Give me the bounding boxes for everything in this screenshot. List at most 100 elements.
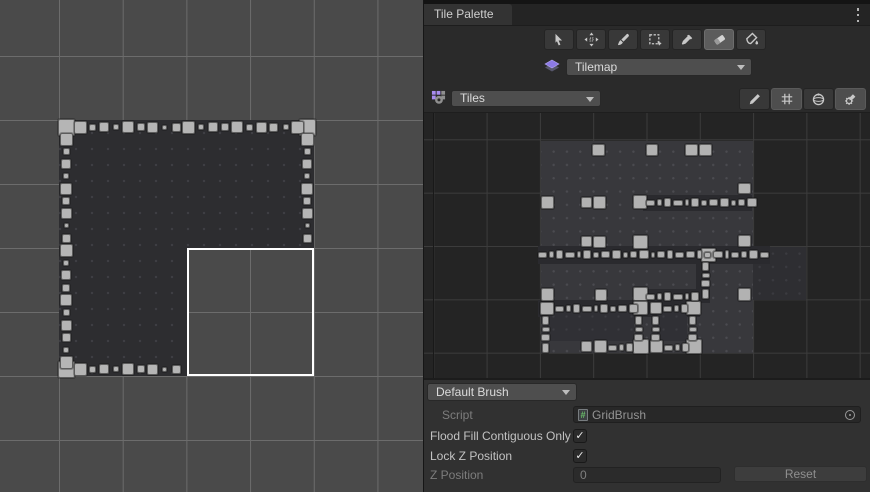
palette-tile[interactable] xyxy=(657,293,662,301)
palette-tile[interactable] xyxy=(635,327,643,332)
palette-tile[interactable] xyxy=(566,305,571,313)
palette-tile[interactable] xyxy=(593,252,599,258)
select-tool-button[interactable] xyxy=(544,29,574,50)
palette-tile[interactable] xyxy=(594,340,607,353)
palette-tile[interactable] xyxy=(685,144,698,156)
palette-tile[interactable] xyxy=(731,252,739,258)
palette-tile[interactable] xyxy=(629,304,638,313)
palette-grid-view[interactable] xyxy=(424,112,870,378)
palette-tile[interactable] xyxy=(713,251,723,259)
palette-tile[interactable] xyxy=(664,198,671,207)
palette-tile[interactable] xyxy=(541,196,554,209)
picker-tool-button[interactable] xyxy=(672,29,702,50)
palette-tile[interactable] xyxy=(749,250,758,259)
palette-tile[interactable] xyxy=(619,344,624,352)
palette-tile[interactable] xyxy=(601,251,610,259)
palette-tile[interactable] xyxy=(594,305,598,313)
edit-palette-button[interactable] xyxy=(739,88,770,110)
palette-tile[interactable] xyxy=(633,339,649,354)
palette-tile[interactable] xyxy=(583,250,591,259)
palette-tile[interactable] xyxy=(542,316,549,325)
palette-tile[interactable] xyxy=(646,144,658,156)
scene-view[interactable] xyxy=(0,0,423,492)
lock-z-checkbox[interactable]: ✓ xyxy=(573,449,587,463)
palette-tile[interactable] xyxy=(633,235,648,249)
palette-tile[interactable] xyxy=(626,343,633,352)
palette-tile[interactable] xyxy=(674,305,679,313)
reset-button[interactable]: Reset xyxy=(734,466,867,482)
palette-tile[interactable] xyxy=(618,305,627,313)
palette-tile[interactable] xyxy=(549,251,554,259)
object-picker-icon[interactable] xyxy=(845,410,855,420)
palette-tile[interactable] xyxy=(650,340,663,353)
paint-brush-tool-button[interactable] xyxy=(608,29,638,50)
palette-tile[interactable] xyxy=(657,251,665,259)
palette-tile[interactable] xyxy=(702,262,709,271)
palette-tile[interactable] xyxy=(639,250,649,259)
palette-tile[interactable] xyxy=(702,289,709,299)
palette-tile[interactable] xyxy=(688,334,697,341)
palette-tile[interactable] xyxy=(593,236,606,248)
tab-tile-palette[interactable]: Tile Palette xyxy=(424,4,512,25)
palette-tile[interactable] xyxy=(600,304,608,313)
gizmos-toggle-button[interactable] xyxy=(803,88,834,110)
palette-select-dropdown[interactable]: Tiles xyxy=(451,90,601,107)
palette-tile[interactable] xyxy=(697,250,702,259)
palette-tile[interactable] xyxy=(651,334,660,341)
palette-tile[interactable] xyxy=(686,301,701,315)
palette-tile[interactable] xyxy=(540,302,554,315)
kebab-menu-icon[interactable] xyxy=(854,8,862,22)
palette-tile[interactable] xyxy=(633,195,647,209)
palette-tile[interactable] xyxy=(610,306,616,312)
palette-tile[interactable] xyxy=(747,198,757,207)
palette-tile[interactable] xyxy=(731,200,736,206)
palette-tile[interactable] xyxy=(702,273,710,278)
flood-fill-tool-button[interactable] xyxy=(736,29,766,50)
palette-tile[interactable] xyxy=(581,236,592,247)
palette-tile[interactable] xyxy=(623,252,628,258)
palette-tile[interactable] xyxy=(701,280,710,287)
script-object-field[interactable]: # GridBrush xyxy=(573,406,861,423)
active-tilemap-dropdown[interactable]: Tilemap xyxy=(566,58,752,76)
palette-tile[interactable] xyxy=(556,250,563,259)
palette-tile[interactable] xyxy=(542,327,550,332)
palette-tile[interactable] xyxy=(667,250,673,259)
palette-tile[interactable] xyxy=(541,334,550,341)
palette-tile[interactable] xyxy=(738,288,751,301)
palette-tile[interactable] xyxy=(635,316,642,325)
palette-tile[interactable] xyxy=(689,327,697,332)
palette-tile[interactable] xyxy=(565,252,575,258)
palette-tile[interactable] xyxy=(582,306,592,312)
flood-fill-checkbox[interactable]: ✓ xyxy=(573,429,587,443)
palette-tile[interactable] xyxy=(592,144,605,156)
palette-tile[interactable] xyxy=(691,292,699,301)
z-position-input[interactable]: 0 xyxy=(573,467,721,483)
palette-tile[interactable] xyxy=(682,343,689,352)
palette-tile[interactable] xyxy=(595,289,607,301)
palette-tile[interactable] xyxy=(686,251,695,259)
palette-tile[interactable] xyxy=(652,316,659,325)
palette-tile[interactable] xyxy=(673,294,683,300)
palette-tile[interactable] xyxy=(542,343,549,353)
palette-tile[interactable] xyxy=(538,252,547,258)
palette-tile[interactable] xyxy=(741,251,747,259)
palette-tile[interactable] xyxy=(573,304,580,313)
brush-dropdown[interactable]: Default Brush xyxy=(427,383,577,401)
box-fill-tool-button[interactable] xyxy=(640,29,670,50)
palette-tile[interactable] xyxy=(555,306,564,312)
palette-tile[interactable] xyxy=(738,183,751,194)
palette-tile[interactable] xyxy=(541,288,554,301)
palette-tile[interactable] xyxy=(593,196,606,209)
grid-toggle-button[interactable] xyxy=(771,88,802,110)
palette-tile[interactable] xyxy=(675,344,680,352)
palette-tile[interactable] xyxy=(760,252,769,258)
eraser-tool-button[interactable] xyxy=(704,29,734,50)
palette-tile[interactable] xyxy=(651,252,655,258)
palette-tile[interactable] xyxy=(699,144,712,156)
palette-tile[interactable] xyxy=(685,199,689,207)
palette-tile[interactable] xyxy=(664,345,673,351)
palette-tile[interactable] xyxy=(608,345,617,351)
palette-tile[interactable] xyxy=(673,200,683,206)
palette-tile[interactable] xyxy=(612,250,621,259)
palette-tile[interactable] xyxy=(675,252,684,258)
